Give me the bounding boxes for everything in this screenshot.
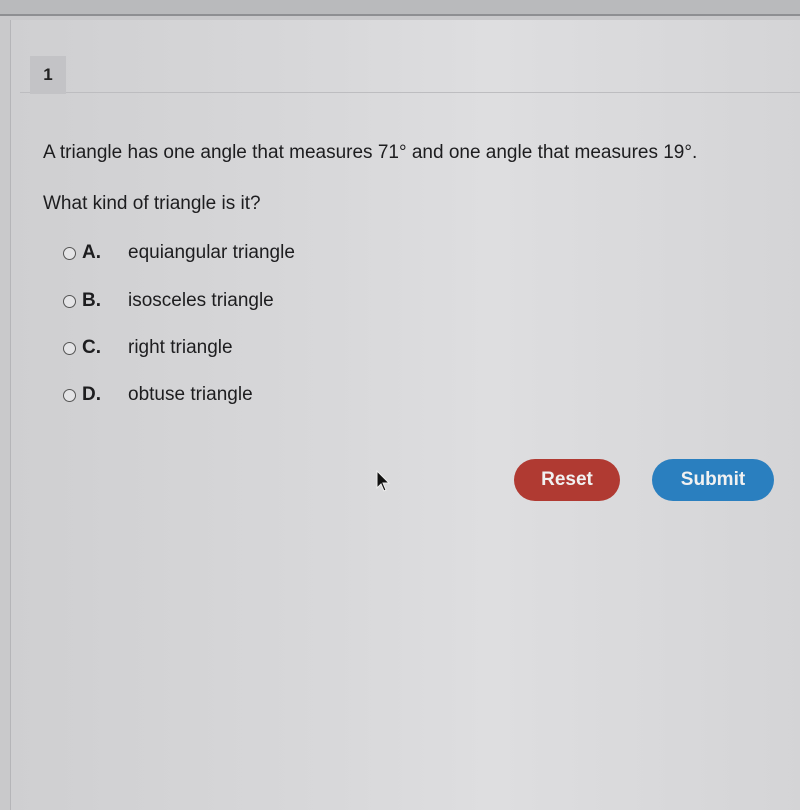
question-panel [10, 20, 800, 810]
option-text: isosceles triangle [128, 290, 274, 311]
option-text: obtuse triangle [128, 384, 253, 405]
question-header [20, 38, 800, 93]
option-text: right triangle [128, 337, 233, 358]
radio-button-icon[interactable] [63, 388, 76, 402]
option-text: equiangular triangle [128, 242, 295, 263]
option-c[interactable]: C. right triangle [63, 337, 233, 359]
mouse-cursor-icon [376, 470, 391, 492]
option-letter: D. [82, 384, 101, 405]
radio-button-icon[interactable] [63, 341, 76, 355]
option-a[interactable]: A. equiangular triangle [63, 242, 295, 264]
option-letter: B. [82, 290, 101, 311]
radio-button-icon[interactable] [63, 294, 76, 308]
question-stem: A triangle has one angle that measures 7… [43, 142, 698, 163]
option-letter: C. [82, 337, 101, 358]
submit-button[interactable]: Submit [652, 459, 774, 501]
option-d[interactable]: D. obtuse triangle [63, 384, 253, 406]
question-number: 1 [30, 56, 66, 94]
reset-button[interactable]: Reset [514, 459, 620, 501]
question-prompt: What kind of triangle is it? [43, 193, 261, 214]
option-letter: A. [82, 242, 101, 263]
window-top-bar [0, 0, 800, 16]
radio-button-icon[interactable] [63, 246, 76, 260]
option-b[interactable]: B. isosceles triangle [63, 290, 274, 312]
